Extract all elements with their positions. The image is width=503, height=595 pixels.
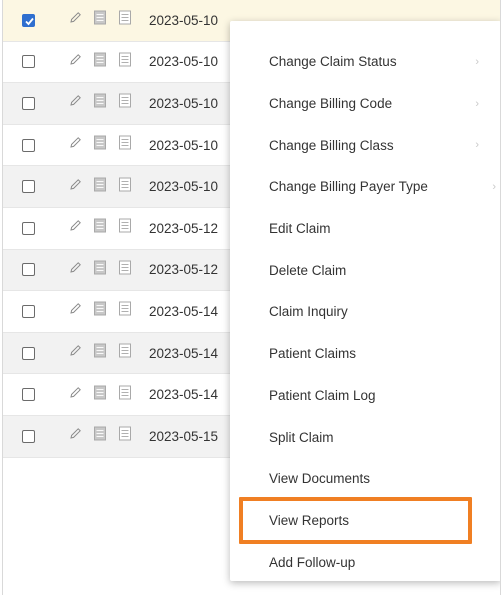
row-select-checkbox[interactable] [22, 388, 35, 402]
notes-document-icon[interactable] [119, 135, 131, 155]
truncated-cell-text: t [500, 221, 501, 236]
chevron-right-icon: › [475, 55, 479, 68]
pencil-icon[interactable] [69, 178, 82, 196]
menu-item-label: Patient Claim Log [269, 387, 376, 403]
notes-document-icon[interactable] [119, 301, 131, 321]
menu-item-label: Edit Claim [269, 221, 331, 237]
row-select-checkbox[interactable] [22, 55, 35, 69]
claim-date: 2023-05-10 [149, 54, 219, 70]
menu-item-delete-claim[interactable]: Delete Claim [230, 249, 500, 291]
row-select-checkbox[interactable] [22, 13, 35, 27]
chevron-right-icon: › [475, 139, 479, 152]
notes-document-icon[interactable] [119, 218, 131, 238]
menu-item-label: Change Billing Code [269, 96, 393, 112]
pencil-icon[interactable] [69, 53, 82, 71]
claim-date: 2023-05-10 [149, 95, 219, 111]
claim-date: 2023-05-10 [149, 179, 219, 195]
truncated-cell-text: c [500, 138, 501, 153]
notes-document-icon[interactable] [119, 10, 131, 30]
menu-item-label: Change Billing Class [269, 137, 394, 153]
summary-document-icon[interactable] [94, 10, 106, 30]
pencil-icon[interactable] [69, 427, 82, 445]
pencil-icon[interactable] [69, 136, 82, 154]
menu-item-change-billing-code[interactable]: Change Billing Code › [230, 83, 500, 125]
claim-date: 2023-05-10 [149, 12, 219, 28]
row-select-checkbox[interactable] [22, 304, 35, 318]
notes-document-icon[interactable] [119, 93, 131, 113]
menu-item-change-billing-class[interactable]: Change Billing Class › [230, 124, 500, 166]
chevron-right-icon: › [492, 180, 496, 193]
pencil-icon[interactable] [69, 11, 82, 29]
menu-item-view-reports[interactable]: View Reports [230, 500, 500, 542]
menu-item-label: View Reports [269, 512, 350, 528]
context-menu: Change Claim Status › Change Billing Code ›… [230, 21, 500, 583]
row-select-checkbox[interactable] [22, 263, 35, 277]
menu-item-split-claim[interactable]: Split Claim [230, 416, 500, 458]
summary-document-icon[interactable] [94, 260, 106, 279]
row-select-checkbox[interactable] [22, 429, 35, 443]
claims-grid-frame: 2023-05-10 2023-05-10 2023-05-10 2023-05-10… [2, 0, 501, 595]
row-select-checkbox[interactable] [22, 180, 35, 194]
notes-document-icon[interactable] [119, 260, 131, 279]
menu-item-claim-inquiry[interactable]: Claim Inquiry [230, 291, 500, 333]
menu-item-label: Patient Claims [269, 346, 357, 362]
notes-document-icon[interactable] [119, 343, 131, 363]
truncated-cell-text: ( [500, 429, 501, 444]
menu-item-change-claim-status[interactable]: Change Claim Status › [230, 41, 500, 83]
row-select-checkbox[interactable] [22, 96, 35, 110]
menu-item-label: Delete Claim [269, 262, 347, 278]
summary-document-icon[interactable] [94, 93, 106, 113]
menu-item-label: Change Billing Payer Type [269, 179, 428, 195]
claim-date: 2023-05-15 [149, 428, 219, 444]
menu-item-add-follow-up[interactable]: Add Follow-up [230, 541, 500, 583]
summary-document-icon[interactable] [94, 426, 106, 446]
pencil-icon[interactable] [69, 386, 82, 404]
menu-item-label: Add Follow-up [269, 554, 356, 570]
notes-document-icon[interactable] [119, 52, 131, 71]
chevron-right-icon: › [475, 97, 479, 110]
menu-item-patient-claim-log[interactable]: Patient Claim Log [230, 375, 500, 417]
row-select-checkbox[interactable] [22, 221, 35, 235]
menu-item-patient-claims[interactable]: Patient Claims [230, 333, 500, 375]
claim-date: 2023-05-14 [149, 387, 219, 403]
summary-document-icon[interactable] [94, 52, 106, 71]
row-select-checkbox[interactable] [22, 346, 35, 360]
claim-date: 2023-05-12 [149, 262, 219, 278]
notes-document-icon[interactable] [119, 426, 131, 446]
summary-document-icon[interactable] [94, 218, 106, 238]
pencil-icon[interactable] [69, 94, 82, 112]
menu-item-label: Change Claim Status [269, 54, 397, 70]
pencil-icon[interactable] [69, 219, 82, 237]
menu-item-edit-claim[interactable]: Edit Claim [230, 208, 500, 250]
claim-date: 2023-05-14 [149, 345, 219, 361]
notes-document-icon[interactable] [119, 385, 131, 404]
claim-date: 2023-05-14 [149, 303, 219, 319]
notes-document-icon[interactable] [119, 177, 131, 196]
summary-document-icon[interactable] [94, 135, 106, 155]
pencil-icon[interactable] [69, 261, 82, 279]
menu-item-view-documents[interactable]: View Documents [230, 458, 500, 500]
menu-item-change-billing-payer-type[interactable]: Change Billing Payer Type › [230, 166, 500, 208]
row-select-checkbox[interactable] [22, 138, 35, 152]
claim-date: 2023-05-10 [149, 137, 219, 153]
pencil-icon[interactable] [69, 302, 82, 320]
summary-document-icon[interactable] [94, 343, 106, 363]
summary-document-icon[interactable] [94, 385, 106, 404]
menu-item-label: Claim Inquiry [269, 304, 348, 320]
pencil-icon[interactable] [69, 344, 82, 362]
summary-document-icon[interactable] [94, 301, 106, 321]
menu-item-label: Split Claim [269, 429, 334, 445]
summary-document-icon[interactable] [94, 177, 106, 196]
claim-date: 2023-05-12 [149, 220, 219, 236]
menu-item-label: View Documents [269, 471, 371, 487]
